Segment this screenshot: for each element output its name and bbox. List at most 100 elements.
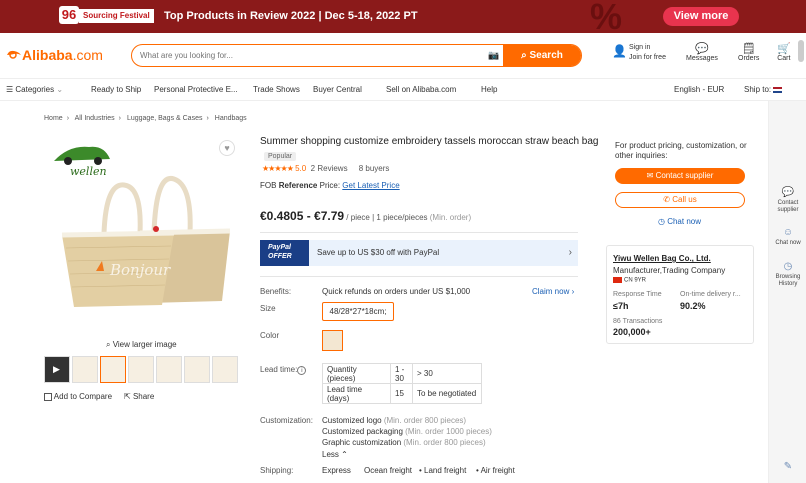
- language-select[interactable]: English - EUR: [674, 85, 724, 94]
- supplier-type: Manufacturer,Trading Company: [613, 266, 726, 275]
- orders-icon: 🗒: [741, 43, 756, 55]
- custom-item-note: (Min. order 800 pieces): [383, 416, 467, 425]
- product-main-image[interactable]: wellen Bonjour: [44, 133, 243, 332]
- table-row: Quantity (pieces) 1 - 30 > 30: [322, 363, 482, 384]
- lead-time-text: Lead time:: [260, 365, 298, 374]
- categories-menu[interactable]: ☰ Categories ⌄: [6, 85, 63, 94]
- shipping-option-label: Land freight: [424, 466, 467, 475]
- claim-now-link[interactable]: Claim now ›: [532, 287, 574, 296]
- response-time-label: Response Time: [613, 291, 662, 298]
- table-cell: 1 - 30: [390, 363, 413, 384]
- breadcrumb-item[interactable]: Home: [44, 115, 63, 122]
- reviews-link[interactable]: 2 Reviews: [311, 164, 348, 173]
- call-us-button[interactable]: ✆ Call us: [615, 192, 745, 208]
- shipping-option: Ocean freight: [364, 466, 413, 475]
- signin-link[interactable]: 👤 Sign in Join for free: [612, 43, 666, 63]
- fob-reference: Reference: [278, 181, 318, 190]
- price-unit: / piece | 1 piece/pieces: [344, 213, 428, 222]
- paypal-offer-text: Save up to US $30 off with PayPal: [317, 248, 440, 257]
- nav-item-trade-shows[interactable]: Trade Shows: [253, 85, 300, 94]
- breadcrumb-item[interactable]: All Industries: [75, 115, 115, 122]
- nav-item-buyer-central[interactable]: Buyer Central: [313, 85, 362, 94]
- rail-contact-supplier[interactable]: 💬 Contact supplier: [769, 187, 806, 214]
- alibaba-logo[interactable]: Alibaba.com: [6, 47, 103, 63]
- shipping-option: • Air freight: [476, 466, 515, 475]
- image-thumbnail[interactable]: [156, 356, 182, 383]
- less-toggle[interactable]: Less ⌃: [322, 450, 348, 459]
- size-option[interactable]: 48/28*27*18cm;: [322, 302, 394, 321]
- ship-to-select[interactable]: Ship to:: [744, 85, 783, 94]
- search-button[interactable]: ⌕ Search: [503, 45, 581, 66]
- search-icon: ⌕: [521, 50, 527, 61]
- table-cell: To be negotiated: [412, 383, 482, 404]
- table-cell: 15: [390, 383, 413, 404]
- image-thumbnail[interactable]: [72, 356, 98, 383]
- chat-now-link[interactable]: ◷ Chat now: [658, 217, 701, 226]
- image-thumbnail[interactable]: [212, 356, 238, 383]
- color-option[interactable]: [322, 330, 343, 351]
- get-latest-price-link[interactable]: Get Latest Price: [342, 181, 399, 190]
- share-button[interactable]: ⇱ Share: [124, 392, 154, 401]
- custom-item-name: Graphic customization: [322, 438, 402, 447]
- scrollbar[interactable]: [798, 40, 804, 62]
- price-range: €0.4805 - €7.79 / piece | 1 piece/pieces…: [260, 209, 471, 223]
- ontime-delivery-value: 90.2%: [680, 301, 706, 311]
- nav-item-sell[interactable]: Sell on Alibaba.com: [386, 85, 456, 94]
- color-label: Color: [260, 331, 280, 340]
- supplier-name-link[interactable]: Yiwu Wellen Bag Co., Ltd.: [613, 254, 711, 263]
- benefits-label: Benefits:: [260, 287, 292, 296]
- supplier-logo: wellen: [54, 146, 110, 178]
- rail-browsing-history[interactable]: ◷ Browsing History: [769, 261, 806, 288]
- play-icon: ▶: [53, 364, 60, 374]
- clock-icon: ◷: [783, 261, 793, 272]
- checkbox[interactable]: [44, 392, 52, 401]
- paypal-badge-line1: PayPal: [268, 244, 291, 251]
- promo-banner[interactable]: 96 Sourcing Festival Top Products in Rev…: [0, 0, 806, 33]
- shipping-option: • Land freight: [419, 466, 467, 475]
- supplier-country: CN: [624, 277, 633, 284]
- favorite-heart-icon[interactable]: ♥: [219, 140, 235, 156]
- size-label: Size: [260, 304, 276, 313]
- shipping-label: Shipping:: [260, 466, 294, 475]
- view-larger-link[interactable]: ⌕ View larger image: [106, 340, 177, 350]
- messages-link[interactable]: 💬 Messages: [686, 43, 718, 62]
- custom-item-name: Customized logo: [322, 416, 382, 425]
- join-free-label: Join for free: [629, 54, 666, 61]
- cart-link[interactable]: 🛒 Cart: [777, 43, 791, 62]
- add-to-compare[interactable]: Add to Compare: [44, 392, 112, 401]
- table-cell: Quantity (pieces): [322, 363, 391, 384]
- price-value: €0.4805 - €7.79: [260, 209, 345, 223]
- rail-chat-now[interactable]: ☺ Chat now: [769, 227, 806, 247]
- cart-label: Cart: [777, 55, 791, 62]
- feedback-icon: ✎: [783, 461, 793, 472]
- info-icon[interactable]: i: [297, 366, 307, 375]
- contact-supplier-button[interactable]: ✉ Contact supplier: [615, 168, 745, 184]
- image-thumbnail[interactable]: [100, 356, 126, 383]
- share-label: Share: [132, 392, 155, 401]
- custom-item: Graphic customization (Min. order 800 pi…: [322, 438, 486, 447]
- image-thumbnail[interactable]: [184, 356, 210, 383]
- orders-link[interactable]: 🗒 Orders: [738, 43, 759, 62]
- nav-item-ready-to-ship[interactable]: Ready to Ship: [91, 85, 141, 94]
- divider: [260, 276, 578, 277]
- breadcrumb-item[interactable]: Luggage, Bags & Cases: [127, 115, 203, 122]
- table-cell: Lead time (days): [322, 383, 391, 404]
- percent-decoration-icon: %: [590, 0, 623, 33]
- chevron-up-icon: ⌃: [341, 450, 348, 459]
- rail-feedback[interactable]: ✎: [769, 461, 806, 474]
- breadcrumb-item[interactable]: Handbags: [215, 115, 247, 122]
- custom-item: Customized packaging (Min. order 1000 pi…: [322, 427, 492, 436]
- breadcrumb: Home › All Industries › Luggage, Bags & Ca…: [44, 115, 247, 122]
- nav-item-help[interactable]: Help: [481, 85, 497, 94]
- video-thumbnail[interactable]: ▶: [44, 356, 70, 383]
- zoom-icon: ⌕: [106, 340, 113, 349]
- nav-item-ppe[interactable]: Personal Protective E...: [154, 85, 238, 94]
- view-more-button[interactable]: View more: [663, 7, 739, 26]
- paypal-offer[interactable]: PayPal OFFER Save up to US $30 off with P…: [260, 240, 578, 266]
- transactions-label: 86 Transactions: [613, 318, 663, 325]
- image-thumbnail[interactable]: [128, 356, 154, 383]
- festival-label: Sourcing Festival: [79, 9, 154, 23]
- camera-icon[interactable]: 📷: [488, 50, 499, 61]
- search-input[interactable]: [140, 49, 480, 62]
- compare-label: Add to Compare: [53, 392, 113, 401]
